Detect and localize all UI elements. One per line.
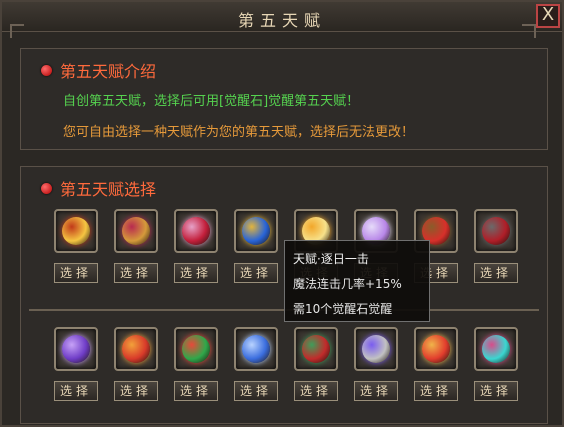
talent-gem-frame[interactable] <box>114 209 158 253</box>
talent-slot: 选择 <box>114 209 158 283</box>
crimson-orb-icon <box>122 335 150 363</box>
silver-shield-icon <box>362 335 390 363</box>
talent-gem-frame[interactable] <box>474 327 518 371</box>
choose-heading: 第五天赋选择 <box>41 176 156 200</box>
red-orb-green-gem-icon <box>302 335 330 363</box>
intro-heading: 第五天赋介绍 <box>41 58 156 82</box>
violet-crystal-icon <box>62 335 90 363</box>
talent-window: 第五天赋 X 第五天赋介绍 自创第五天赋，选择后可用[觉醒石]觉醒第五天赋！ 您… <box>0 0 564 427</box>
select-button[interactable]: 选择 <box>114 381 158 401</box>
select-button[interactable]: 选择 <box>54 381 98 401</box>
talent-gem-frame[interactable] <box>354 327 398 371</box>
tooltip-cost: 需10个觉醒石觉醒 <box>293 302 393 316</box>
rainbow-swirl-icon <box>182 335 210 363</box>
select-button[interactable]: 选择 <box>414 381 458 401</box>
frame-corner-right <box>522 24 536 38</box>
jeweled-pendant-icon <box>122 217 150 245</box>
talent-slot: 选择 <box>174 209 218 283</box>
blue-sapphire-icon <box>242 335 270 363</box>
talent-slot: 选择 <box>294 327 338 401</box>
select-button[interactable]: 选择 <box>174 263 218 283</box>
talent-slot: 选择 <box>474 209 518 283</box>
talent-slot: 选择 <box>414 327 458 401</box>
select-button[interactable]: 选择 <box>54 263 98 283</box>
cyan-orb-icon <box>482 335 510 363</box>
select-button[interactable]: 选择 <box>174 381 218 401</box>
talent-slot: 选择 <box>54 209 98 283</box>
talent-gem-frame[interactable] <box>294 327 338 371</box>
talent-gem-frame[interactable] <box>174 209 218 253</box>
talent-slot: 选择 <box>54 327 98 401</box>
close-button[interactable]: X <box>536 4 560 28</box>
select-button[interactable]: 选择 <box>474 381 518 401</box>
frame-corner-left <box>10 24 24 38</box>
window-title: 第五天赋 <box>237 11 326 30</box>
dark-red-gem-icon <box>482 217 510 245</box>
talent-gem-frame[interactable] <box>474 209 518 253</box>
title-bar: 第五天赋 X <box>2 2 562 32</box>
select-button[interactable]: 选择 <box>234 263 278 283</box>
talent-gem-frame[interactable] <box>234 209 278 253</box>
select-button[interactable]: 选择 <box>114 263 158 283</box>
tooltip-title: 天赋·逐日一击 <box>293 252 369 266</box>
talent-gem-frame[interactable] <box>174 327 218 371</box>
talent-gem-frame[interactable] <box>114 327 158 371</box>
talent-slot: 选择 <box>114 327 158 401</box>
talent-intro-panel: 第五天赋介绍 自创第五天赋，选择后可用[觉醒石]觉醒第五天赋！ 您可自由选择一种… <box>20 48 548 150</box>
talent-slot: 选择 <box>174 327 218 401</box>
select-button[interactable]: 选择 <box>234 381 278 401</box>
red-star-gem-icon <box>422 335 450 363</box>
talent-gem-frame[interactable] <box>234 327 278 371</box>
talent-gem-frame[interactable] <box>54 209 98 253</box>
golden-lion-emblem-icon <box>62 217 90 245</box>
yin-yang-icon <box>242 217 270 245</box>
select-button[interactable]: 选择 <box>294 381 338 401</box>
intro-line-2: 您可自由选择一种天赋作为您的第五天赋，选择后无法更改！ <box>63 125 415 140</box>
talent-row-2: 选择 选择 选择 选择 选择 选择 选择 选择 <box>54 327 518 401</box>
red-bullet-icon <box>41 182 52 194</box>
red-bullet-icon <box>41 64 52 76</box>
talent-slot: 选择 <box>354 327 398 401</box>
talent-tooltip: 天赋·逐日一击 魔法连击几率+15% 需10个觉醒石觉醒 <box>284 240 430 322</box>
choose-heading-text: 第五天赋选择 <box>60 180 157 199</box>
talent-slot: 选择 <box>234 209 278 283</box>
talent-slot: 选择 <box>474 327 518 401</box>
red-orb-sword-icon <box>182 217 210 245</box>
talent-gem-frame[interactable] <box>414 327 458 371</box>
intro-line-1: 自创第五天赋，选择后可用[觉醒石]觉醒第五天赋！ <box>63 94 360 109</box>
tooltip-effect: 魔法连击几率+15% <box>293 277 402 291</box>
intro-heading-text: 第五天赋介绍 <box>60 62 157 81</box>
select-button[interactable]: 选择 <box>354 381 398 401</box>
select-button[interactable]: 选择 <box>474 263 518 283</box>
talent-slot: 选择 <box>234 327 278 401</box>
talent-gem-frame[interactable] <box>54 327 98 371</box>
